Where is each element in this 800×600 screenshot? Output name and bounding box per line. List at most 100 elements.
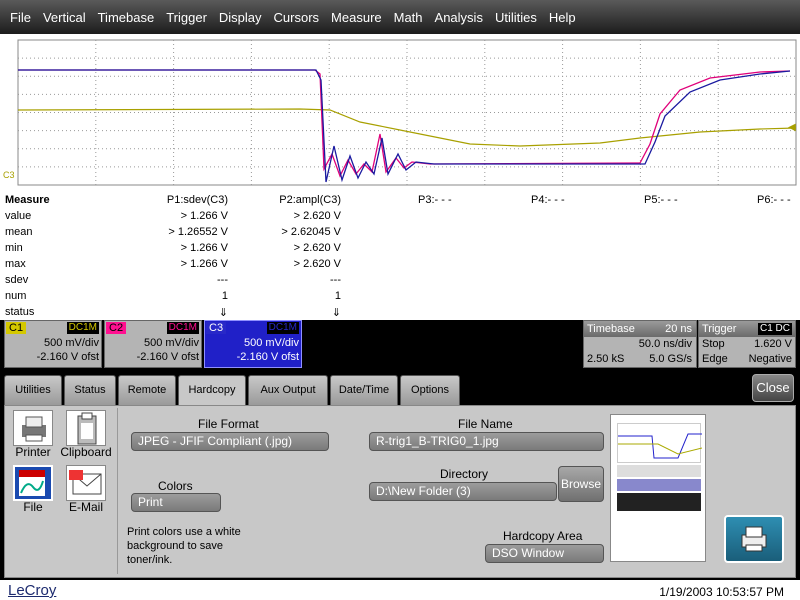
trigger-box[interactable]: Trigger C1 DC Stop 1.620 V Edge Negative <box>698 320 796 368</box>
row-label: sdev <box>5 274 29 286</box>
printer-label: Printer <box>15 445 51 459</box>
menu-analysis[interactable]: Analysis <box>435 10 483 25</box>
param-header-p6[interactable]: P6:- - - <box>757 194 791 206</box>
channel-c2-box[interactable]: C2 DC1M 500 mV/div -2.160 V ofst <box>104 320 202 368</box>
directory-input[interactable]: D:\New Folder (3) <box>369 482 557 501</box>
clipboard-icon[interactable] <box>66 410 106 446</box>
coupling-badge: DC1M <box>66 322 99 334</box>
channel-tag: C1 <box>6 322 27 334</box>
time-per-div: 50.0 ns/div <box>638 338 692 350</box>
tab-datetime[interactable]: Date/Time <box>330 375 398 405</box>
menu-math[interactable]: Math <box>394 10 423 25</box>
close-button[interactable]: Close <box>752 374 794 402</box>
trigger-source-badge: C1 DC <box>757 323 792 335</box>
print-button[interactable] <box>724 515 784 563</box>
menu-bar: File Vertical Timebase Trigger Display Cursor… <box>0 0 800 34</box>
p2-value: --- <box>330 274 341 286</box>
channel-marker: C3 <box>3 170 15 180</box>
param-header-p5[interactable]: P5:- - - <box>644 194 678 206</box>
offset: -2.160 V ofst <box>36 351 99 363</box>
row-label: status <box>5 306 35 318</box>
file-icon[interactable] <box>13 465 53 501</box>
menu-file[interactable]: File <box>10 10 31 25</box>
channel-tag: C3 <box>206 322 227 334</box>
p2-value: > 2.620 V <box>293 258 341 270</box>
p1-value: > 1.266 V <box>180 210 228 222</box>
tab-remote[interactable]: Remote <box>118 375 176 405</box>
email-icon[interactable] <box>66 465 106 501</box>
file-name-label: File Name <box>458 417 513 431</box>
offset: -2.160 V ofst <box>136 351 199 363</box>
p1-value: 1 <box>221 290 228 302</box>
colors-select[interactable]: Print <box>131 493 221 512</box>
timebase-label: Timebase <box>587 323 635 335</box>
email-label: E-Mail <box>68 500 103 514</box>
row-label: mean <box>5 226 33 238</box>
trigger-mode: Stop <box>702 338 725 350</box>
trigger-slope: Negative <box>748 353 792 365</box>
timebase-box[interactable]: Timebase 20 ns 50.0 ns/div 2.50 kS 5.0 GS/… <box>583 320 697 368</box>
param-header-p1[interactable]: P1:sdev(C3) <box>167 194 228 206</box>
measure-row: sdev --- --- <box>0 274 800 290</box>
trigger-level: 1.620 V <box>754 338 792 350</box>
hardcopy-preview <box>610 414 706 562</box>
p2-value: 1 <box>334 290 341 302</box>
file-label: File <box>23 500 43 514</box>
printer-icon[interactable] <box>13 410 53 446</box>
tab-hardcopy[interactable]: Hardcopy <box>178 375 246 408</box>
menu-display[interactable]: Display <box>219 10 262 25</box>
channel-tag: C2 <box>106 322 127 334</box>
p2-value: > 2.62045 V <box>281 226 341 238</box>
sample-rate: 5.0 GS/s <box>649 353 692 365</box>
clipboard-label: Clipboard <box>60 445 112 459</box>
menu-vertical[interactable]: Vertical <box>43 10 86 25</box>
menu-trigger[interactable]: Trigger <box>166 10 207 25</box>
file-format-select[interactable]: JPEG - JFIF Compliant (.jpg) <box>131 432 329 451</box>
p1-value: > 1.26552 V <box>168 226 228 238</box>
channel-c1-box[interactable]: C1 DC1M 500 mV/div -2.160 V ofst <box>4 320 102 368</box>
menu-help[interactable]: Help <box>549 10 576 25</box>
channel-c3-box[interactable]: C3 DC1M 500 mV/div -2.160 V ofst <box>204 320 302 368</box>
hardcopy-area-select[interactable]: DSO Window <box>485 544 604 563</box>
trigger-level-marker: ◀ <box>788 122 796 133</box>
printer-icon <box>741 526 767 552</box>
menu-utilities[interactable]: Utilities <box>495 10 537 25</box>
tab-auxoutput[interactable]: Aux Output <box>248 375 328 405</box>
coupling-badge: DC1M <box>166 322 199 334</box>
row-label: min <box>5 242 23 254</box>
param-header-p2[interactable]: P2:ampl(C3) <box>279 194 341 206</box>
measure-title: Measure <box>5 194 50 206</box>
timebase-delay: 20 ns <box>665 323 692 335</box>
timestamp: 1/19/2003 10:53:57 PM <box>659 585 784 599</box>
file-name-input[interactable]: R-trig1_B-TRIG0_1.jpg <box>369 432 604 451</box>
menu-cursors[interactable]: Cursors <box>274 10 320 25</box>
p2-value: > 2.620 V <box>293 210 341 222</box>
browse-button[interactable]: Browse <box>558 466 604 502</box>
measure-row: max > 1.266 V > 2.620 V <box>0 258 800 274</box>
tab-status[interactable]: Status <box>64 375 116 405</box>
p1-value: > 1.266 V <box>180 258 228 270</box>
measure-row: min > 1.266 V > 2.620 V <box>0 242 800 258</box>
volts-per-div: 500 mV/div <box>143 337 199 349</box>
volts-per-div: 500 mV/div <box>243 337 299 349</box>
param-header-p3[interactable]: P3:- - - <box>418 194 452 206</box>
row-label: value <box>5 210 32 222</box>
measure-table: Measure P1:sdev(C3) P2:ampl(C3) P3:- - -… <box>0 192 800 320</box>
p1-value: > 1.266 V <box>180 242 228 254</box>
tab-utilities[interactable]: Utilities <box>4 375 62 405</box>
p1-value: ⇓ <box>218 307 228 319</box>
p2-value: ⇓ <box>331 307 341 319</box>
colors-note: Print colors use a white background to s… <box>127 526 241 566</box>
measure-row: mean > 1.26552 V > 2.62045 V <box>0 226 800 242</box>
sample-count: 2.50 kS <box>587 353 625 365</box>
volts-per-div: 500 mV/div <box>43 337 99 349</box>
param-header-p4[interactable]: P4:- - - <box>531 194 565 206</box>
tab-options[interactable]: Options <box>400 375 460 405</box>
measure-row: value > 1.266 V > 2.620 V <box>0 210 800 226</box>
lecroy-logo: LeCroy <box>8 582 57 599</box>
row-label: num <box>5 290 27 302</box>
offset: -2.160 V ofst <box>236 351 299 363</box>
p2-value: > 2.620 V <box>293 242 341 254</box>
menu-timebase[interactable]: Timebase <box>98 10 155 25</box>
menu-measure[interactable]: Measure <box>331 10 382 25</box>
